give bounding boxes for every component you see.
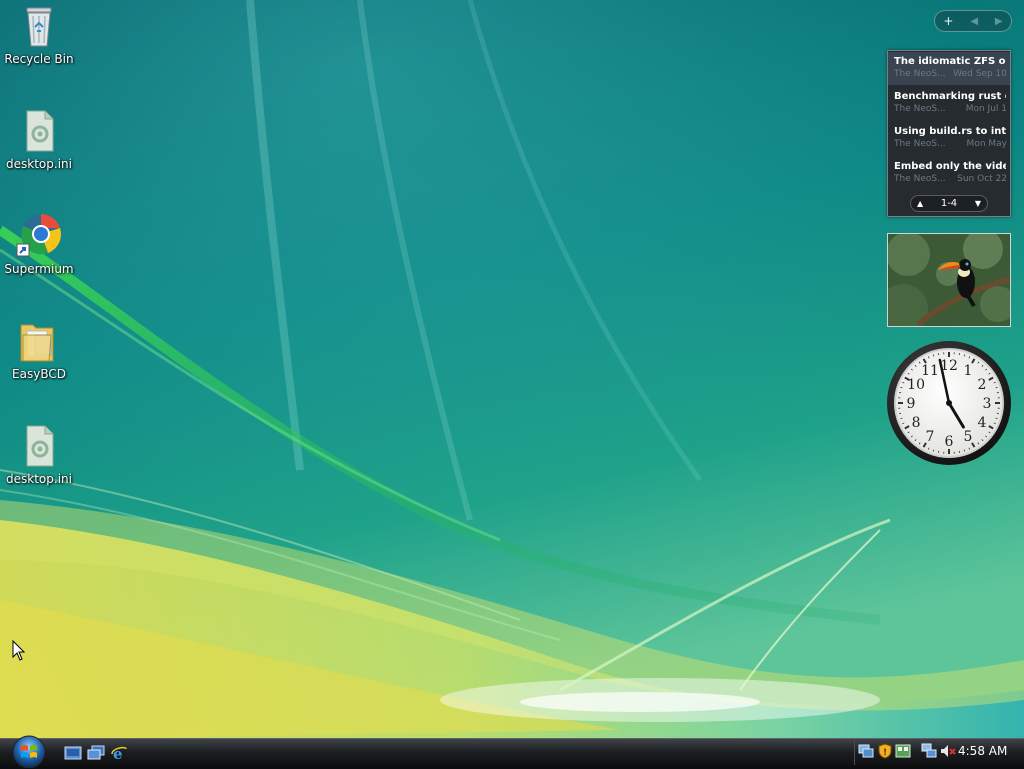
sidebar-controls: + ◀ ▶ (934, 10, 1012, 32)
taskbar-clock[interactable]: 4:58 AM (958, 744, 1016, 758)
clock-numeral: 11 (921, 363, 939, 379)
settings-file-icon (15, 422, 63, 470)
tray-separator (854, 741, 855, 765)
desktop-icon-easybcd[interactable]: EasyBCD (2, 317, 76, 381)
feed-item[interactable]: Benchmarking rust c... The NeoS... Mon J… (888, 87, 1010, 120)
volume-muted-icon[interactable] (940, 743, 956, 759)
previous-page-button[interactable]: ◀ (970, 16, 978, 27)
feed-item-source: The NeoS... (894, 104, 946, 114)
icon-label: desktop.ini (2, 472, 76, 486)
feed-item-source: The NeoS... (894, 139, 946, 149)
feed-item[interactable]: Embed only the vide... The NeoS... Sun O… (888, 157, 1010, 190)
desktop-wallpaper (0, 0, 1024, 740)
browser-shortcut-icon (15, 212, 63, 260)
clock-numeral: 7 (926, 429, 935, 445)
clock-numeral: 4 (977, 415, 986, 431)
clock-numeral: 10 (907, 377, 925, 393)
desktop-icon-recycle-bin[interactable]: Recycle Bin (2, 2, 76, 66)
desktop-icon-supermium[interactable]: Supermium (2, 212, 76, 276)
settings-file-icon (15, 107, 63, 155)
security-shield-icon[interactable]: ! (877, 743, 893, 759)
windows-update-icon[interactable] (895, 743, 911, 759)
mouse-cursor-icon (12, 640, 26, 662)
next-page-button[interactable]: ▶ (995, 16, 1003, 27)
feed-item-title: The idiomatic ZFS on... (894, 56, 1006, 67)
feed-item-source: The NeoS... (894, 69, 946, 79)
icon-label: EasyBCD (2, 367, 76, 381)
feed-item[interactable]: Using build.rs to inte... The NeoS... Mo… (888, 122, 1010, 155)
icon-label: Recycle Bin (2, 52, 76, 66)
feed-item[interactable]: The idiomatic ZFS on... The NeoS... Wed … (888, 52, 1010, 85)
clock-gadget[interactable]: 121234567891011 (884, 340, 1014, 470)
clock-numeral: 3 (983, 396, 992, 412)
clock-numeral: 1 (964, 363, 973, 379)
slideshow-gadget[interactable] (887, 233, 1011, 327)
clock-numeral: 9 (907, 396, 916, 412)
start-button[interactable] (6, 734, 52, 768)
desktop-icon-desktop-ini-2[interactable]: desktop.ini (2, 422, 76, 486)
feed-headlines-gadget: The idiomatic ZFS on... The NeoS... Wed … (887, 50, 1011, 217)
feed-item-title: Using build.rs to inte... (894, 126, 1006, 137)
feed-item-date: Mon May (967, 139, 1007, 149)
feed-item-source: The NeoS... (894, 174, 946, 184)
feed-item-date: Wed Sep 10 (953, 69, 1007, 79)
add-gadget-button[interactable]: + (943, 14, 953, 28)
network-icon[interactable] (921, 743, 937, 759)
icon-label: desktop.ini (2, 157, 76, 171)
pager-up-button[interactable]: ▲ (917, 199, 923, 208)
show-desktop-icon[interactable] (64, 745, 82, 761)
network-status-icon[interactable] (858, 743, 874, 759)
feed-item-date: Mon Jul 1 (966, 104, 1007, 114)
feed-pager: ▲ 1-4 ▼ (910, 195, 988, 212)
recycle-bin-icon (15, 2, 63, 50)
clock-numeral: 2 (977, 377, 986, 393)
desktop-icon-desktop-ini[interactable]: desktop.ini (2, 107, 76, 171)
clock-numeral: 6 (945, 434, 954, 450)
icon-label: Supermium (2, 262, 76, 276)
folder-icon (15, 317, 63, 365)
toucan-photo (888, 234, 1010, 326)
svg-text:!: ! (883, 748, 887, 758)
clock-numeral: 5 (964, 429, 973, 445)
feed-item-title: Embed only the vide... (894, 161, 1006, 172)
switch-windows-icon[interactable] (87, 745, 105, 761)
internet-explorer-icon[interactable]: e (110, 745, 128, 761)
feed-item-date: Sun Oct 22 (957, 174, 1007, 184)
clock-numeral: 8 (912, 415, 921, 431)
pager-down-button[interactable]: ▼ (975, 199, 981, 208)
pager-label: 1-4 (941, 198, 957, 209)
feed-item-title: Benchmarking rust c... (894, 91, 1006, 102)
